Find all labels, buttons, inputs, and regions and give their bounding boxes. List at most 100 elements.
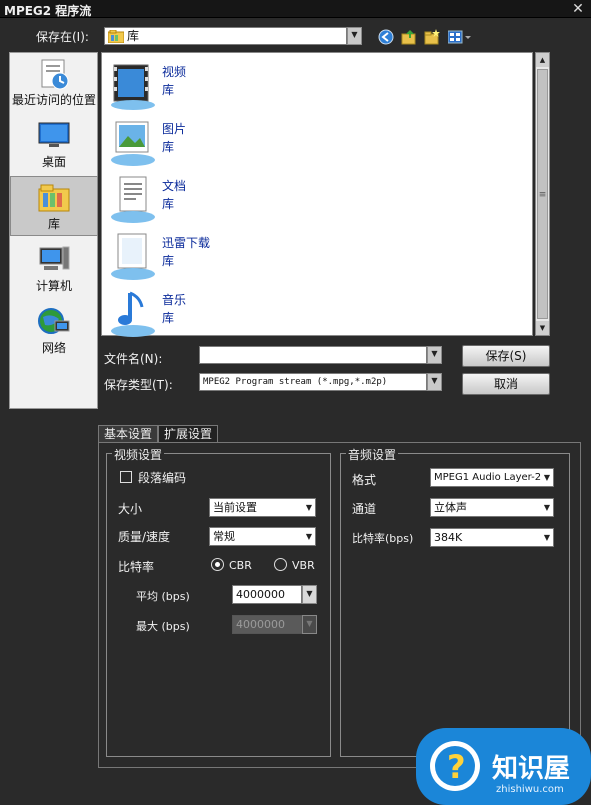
place-computer[interactable]: 计算机 xyxy=(10,243,98,295)
network-icon xyxy=(38,308,70,334)
audio-settings-title: 音频设置 xyxy=(346,446,399,463)
chevron-down-icon: ▼ xyxy=(543,473,550,482)
save-button[interactable]: 保存(S) xyxy=(462,345,550,367)
chevron-down-icon: ▼ xyxy=(305,532,312,541)
desktop-icon xyxy=(38,122,70,147)
cbr-radio[interactable] xyxy=(211,558,224,571)
video-settings-title: 视频设置 xyxy=(112,446,165,463)
chevron-down-icon: ▼ xyxy=(543,533,550,542)
max-bitrate-label: 最大 (bps) xyxy=(136,620,190,633)
libraries-icon xyxy=(108,30,124,43)
watermark: ? 知识屋 zhishiwu.com xyxy=(416,728,591,805)
size-label: 大小 xyxy=(118,502,143,516)
pictures-library-icon xyxy=(111,121,155,166)
cancel-button[interactable]: 取消 xyxy=(462,373,550,395)
cbr-label: CBR xyxy=(229,559,252,572)
documents-library-icon xyxy=(111,176,155,223)
avg-bitrate-input[interactable]: 4000000 xyxy=(232,585,302,604)
place-label-recent: 最近访问的位置 xyxy=(11,93,96,107)
file-name-documents: 文档 xyxy=(162,179,187,193)
place-label-libraries: 库 xyxy=(47,217,60,231)
file-type-downloads: 库 xyxy=(162,254,175,268)
place-label-computer: 计算机 xyxy=(35,279,72,293)
avg-bitrate-dropdown[interactable]: ▼ xyxy=(302,585,317,604)
scroll-down-icon[interactable]: ▼ xyxy=(536,321,549,335)
recent-places-icon xyxy=(41,59,69,90)
save-in-label: 保存在(I): xyxy=(36,30,89,44)
file-type-pictures: 库 xyxy=(162,140,175,154)
filetype-dropdown-button[interactable]: ▼ xyxy=(427,373,442,391)
window-title: MPEG2 程序流 xyxy=(4,4,92,18)
vbr-radio[interactable] xyxy=(274,558,287,571)
video-library-icon xyxy=(111,64,155,110)
chevron-down-icon: ▼ xyxy=(305,503,312,512)
segment-encode-label: 段落编码 xyxy=(138,471,187,485)
watermark-brand: 知识屋 xyxy=(492,754,571,784)
file-name-downloads: 迅雷下载 xyxy=(162,236,211,250)
audio-format-select[interactable]: MPEG1 Audio Layer-2 ▼ xyxy=(430,468,554,487)
audio-format-label: 格式 xyxy=(352,473,377,487)
audio-channel-label: 通道 xyxy=(352,502,377,516)
quality-select[interactable]: 常规 ▼ xyxy=(209,527,316,546)
file-type-documents: 库 xyxy=(162,197,175,211)
size-select[interactable]: 当前设置 ▼ xyxy=(209,498,316,517)
file-item-documents[interactable]: 文档 库 xyxy=(106,171,306,227)
back-icon[interactable] xyxy=(378,29,394,45)
svg-text:?: ? xyxy=(447,748,466,786)
places-bar: 最近访问的位置 桌面 库 计算机 网络 xyxy=(9,52,98,409)
filetype-combo[interactable]: MPEG2 Program stream (*.mpg,*.m2p) xyxy=(199,373,427,391)
close-button[interactable]: ✕ xyxy=(569,1,587,17)
size-value: 当前设置 xyxy=(213,501,257,514)
save-in-value: 库 xyxy=(127,29,140,43)
chevron-down-icon: ▼ xyxy=(543,503,550,512)
computer-icon xyxy=(39,246,70,270)
filetype-label: 保存类型(T): xyxy=(104,378,173,392)
new-folder-icon[interactable] xyxy=(424,29,440,45)
bitrate-label: 比特率 xyxy=(118,560,155,574)
scroll-up-icon[interactable]: ▲ xyxy=(536,53,549,67)
save-in-dropdown-button[interactable]: ▼ xyxy=(347,27,362,45)
watermark-url: zhishiwu.com xyxy=(496,784,564,795)
file-name-music: 音乐 xyxy=(162,293,187,307)
place-libraries[interactable]: 库 xyxy=(10,176,98,236)
file-type-music: 库 xyxy=(162,311,175,325)
place-label-desktop: 桌面 xyxy=(41,155,66,169)
file-type-videos: 库 xyxy=(162,83,175,97)
file-item-music[interactable]: 音乐 库 xyxy=(106,285,306,341)
place-recent[interactable]: 最近访问的位置 xyxy=(10,57,98,109)
tab-extended-settings[interactable]: 扩展设置 xyxy=(158,425,218,443)
scroll-thumb[interactable]: ≡ xyxy=(537,69,548,319)
audio-bitrate-select[interactable]: 384K ▼ xyxy=(430,528,554,547)
file-item-videos[interactable]: 视频 库 xyxy=(106,57,306,113)
place-desktop[interactable]: 桌面 xyxy=(10,119,98,171)
file-name-pictures: 图片 xyxy=(162,122,187,136)
audio-channel-select[interactable]: 立体声 ▼ xyxy=(430,498,554,517)
file-list-scrollbar[interactable]: ▲ ≡ ▼ xyxy=(535,52,550,336)
avg-bitrate-label: 平均 (bps) xyxy=(136,590,190,603)
segment-encode-checkbox[interactable] xyxy=(120,471,132,483)
filename-input[interactable] xyxy=(199,346,427,364)
filename-label: 文件名(N): xyxy=(104,352,163,366)
file-item-pictures[interactable]: 图片 库 xyxy=(106,114,306,170)
downloads-library-icon xyxy=(111,233,155,280)
audio-channel-value: 立体声 xyxy=(434,501,467,514)
place-network[interactable]: 网络 xyxy=(10,305,98,357)
filename-dropdown-button[interactable]: ▼ xyxy=(427,346,442,364)
max-bitrate-dropdown: ▼ xyxy=(302,615,317,634)
vbr-label: VBR xyxy=(292,559,315,572)
audio-format-value: MPEG1 Audio Layer-2 xyxy=(434,472,542,483)
close-icon[interactable]: ✕ xyxy=(572,1,584,17)
tab-basic-settings[interactable]: 基本设置 xyxy=(98,425,158,443)
file-item-downloads[interactable]: 迅雷下载 库 xyxy=(106,228,306,284)
quality-value: 常规 xyxy=(213,530,235,543)
audio-bitrate-value: 384K xyxy=(434,531,463,544)
view-menu-icon[interactable] xyxy=(448,29,472,45)
max-bitrate-input: 4000000 xyxy=(232,615,302,634)
save-in-combo[interactable]: 库 xyxy=(104,27,347,45)
music-library-icon xyxy=(111,291,155,337)
audio-bitrate-label: 比特率(bps) xyxy=(352,532,414,545)
file-list: 视频 库 图片 库 文档 库 迅雷下载 库 音乐 库 xyxy=(101,52,533,337)
file-name-videos: 视频 xyxy=(162,65,187,79)
up-folder-icon[interactable] xyxy=(401,29,417,45)
quality-label: 质量/速度 xyxy=(118,530,171,544)
